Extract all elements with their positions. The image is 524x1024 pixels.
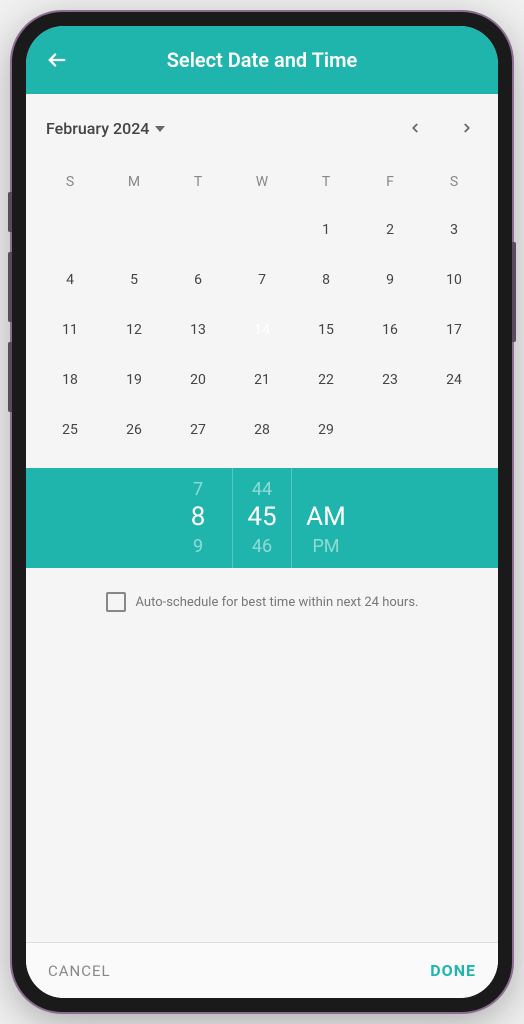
day-cell[interactable]: 2 bbox=[358, 212, 422, 248]
day-cell[interactable]: 24 bbox=[422, 362, 486, 398]
weekday-label: T bbox=[294, 164, 358, 200]
auto-schedule-checkbox[interactable] bbox=[106, 592, 126, 612]
page-title: Select Date and Time bbox=[44, 48, 480, 72]
day-cell[interactable]: 26 bbox=[102, 412, 166, 448]
weekday-label: F bbox=[358, 164, 422, 200]
day-empty bbox=[166, 212, 230, 248]
calendar: SMTWTFS 12345678910111213141516171819202… bbox=[26, 154, 498, 468]
day-cell[interactable]: 4 bbox=[38, 262, 102, 298]
content: February 2024 SMTWTFS 123456789101112131… bbox=[26, 94, 498, 998]
hour-next: 9 bbox=[193, 535, 203, 558]
screen: Select Date and Time February 2024 bbox=[26, 26, 498, 998]
day-cell[interactable]: 1 bbox=[294, 212, 358, 248]
time-picker[interactable]: 7 8 9 44 45 46 AM PM bbox=[26, 468, 498, 568]
weekday-row: SMTWTFS bbox=[38, 164, 486, 200]
header: Select Date and Time bbox=[26, 26, 498, 94]
chevron-down-icon bbox=[155, 126, 165, 132]
minute-prev: 44 bbox=[252, 478, 272, 501]
day-cell[interactable]: 22 bbox=[294, 362, 358, 398]
day-cell[interactable]: 6 bbox=[166, 262, 230, 298]
done-button[interactable]: DONE bbox=[430, 961, 476, 980]
period-other: PM bbox=[312, 535, 339, 558]
day-cell[interactable]: 9 bbox=[358, 262, 422, 298]
day-cell[interactable]: 7 bbox=[230, 262, 294, 298]
day-cell[interactable]: 29 bbox=[294, 412, 358, 448]
auto-schedule-label: Auto-schedule for best time within next … bbox=[136, 595, 419, 610]
day-cell[interactable]: 21 bbox=[230, 362, 294, 398]
days-grid: 1234567891011121314151617181920212223242… bbox=[38, 212, 486, 448]
hour-selected: 8 bbox=[191, 501, 206, 535]
hour-column[interactable]: 7 8 9 bbox=[168, 468, 228, 568]
hour-prev: 7 bbox=[193, 478, 203, 501]
month-dropdown[interactable]: February 2024 bbox=[46, 119, 165, 138]
day-cell[interactable]: 15 bbox=[294, 312, 358, 348]
weekday-label: S bbox=[422, 164, 486, 200]
day-empty bbox=[102, 212, 166, 248]
minute-column[interactable]: 44 45 46 bbox=[232, 468, 292, 568]
day-cell[interactable]: 20 bbox=[166, 362, 230, 398]
day-cell[interactable]: 28 bbox=[230, 412, 294, 448]
day-cell[interactable]: 3 bbox=[422, 212, 486, 248]
day-cell[interactable]: 5 bbox=[102, 262, 166, 298]
minute-next: 46 bbox=[252, 535, 272, 558]
weekday-label: T bbox=[166, 164, 230, 200]
prev-month-button[interactable] bbox=[404, 112, 426, 144]
day-cell[interactable]: 8 bbox=[294, 262, 358, 298]
day-cell[interactable]: 10 bbox=[422, 262, 486, 298]
period-selected: AM bbox=[306, 501, 346, 535]
month-label: February 2024 bbox=[46, 119, 149, 138]
day-cell[interactable]: 12 bbox=[102, 312, 166, 348]
month-nav bbox=[404, 112, 478, 144]
phone-frame: Select Date and Time February 2024 bbox=[12, 12, 512, 1012]
weekday-label: M bbox=[102, 164, 166, 200]
day-cell[interactable]: 13 bbox=[166, 312, 230, 348]
weekday-label: S bbox=[38, 164, 102, 200]
day-cell[interactable]: 18 bbox=[38, 362, 102, 398]
day-cell[interactable]: 11 bbox=[38, 312, 102, 348]
day-cell[interactable]: 17 bbox=[422, 312, 486, 348]
day-cell[interactable]: 27 bbox=[166, 412, 230, 448]
cancel-button[interactable]: CANCEL bbox=[48, 962, 111, 980]
weekday-label: W bbox=[230, 164, 294, 200]
footer: CANCEL DONE bbox=[26, 942, 498, 998]
day-empty bbox=[38, 212, 102, 248]
minute-selected: 45 bbox=[247, 501, 276, 535]
next-month-button[interactable] bbox=[456, 112, 478, 144]
back-arrow-icon[interactable] bbox=[46, 49, 68, 71]
auto-schedule-row: Auto-schedule for best time within next … bbox=[26, 568, 498, 636]
day-cell[interactable]: 19 bbox=[102, 362, 166, 398]
day-cell[interactable]: 16 bbox=[358, 312, 422, 348]
month-row: February 2024 bbox=[26, 94, 498, 154]
day-cell[interactable]: 14 bbox=[230, 312, 294, 348]
day-cell[interactable]: 25 bbox=[38, 412, 102, 448]
day-cell[interactable]: 23 bbox=[358, 362, 422, 398]
day-empty bbox=[230, 212, 294, 248]
period-column[interactable]: AM PM bbox=[296, 468, 356, 568]
